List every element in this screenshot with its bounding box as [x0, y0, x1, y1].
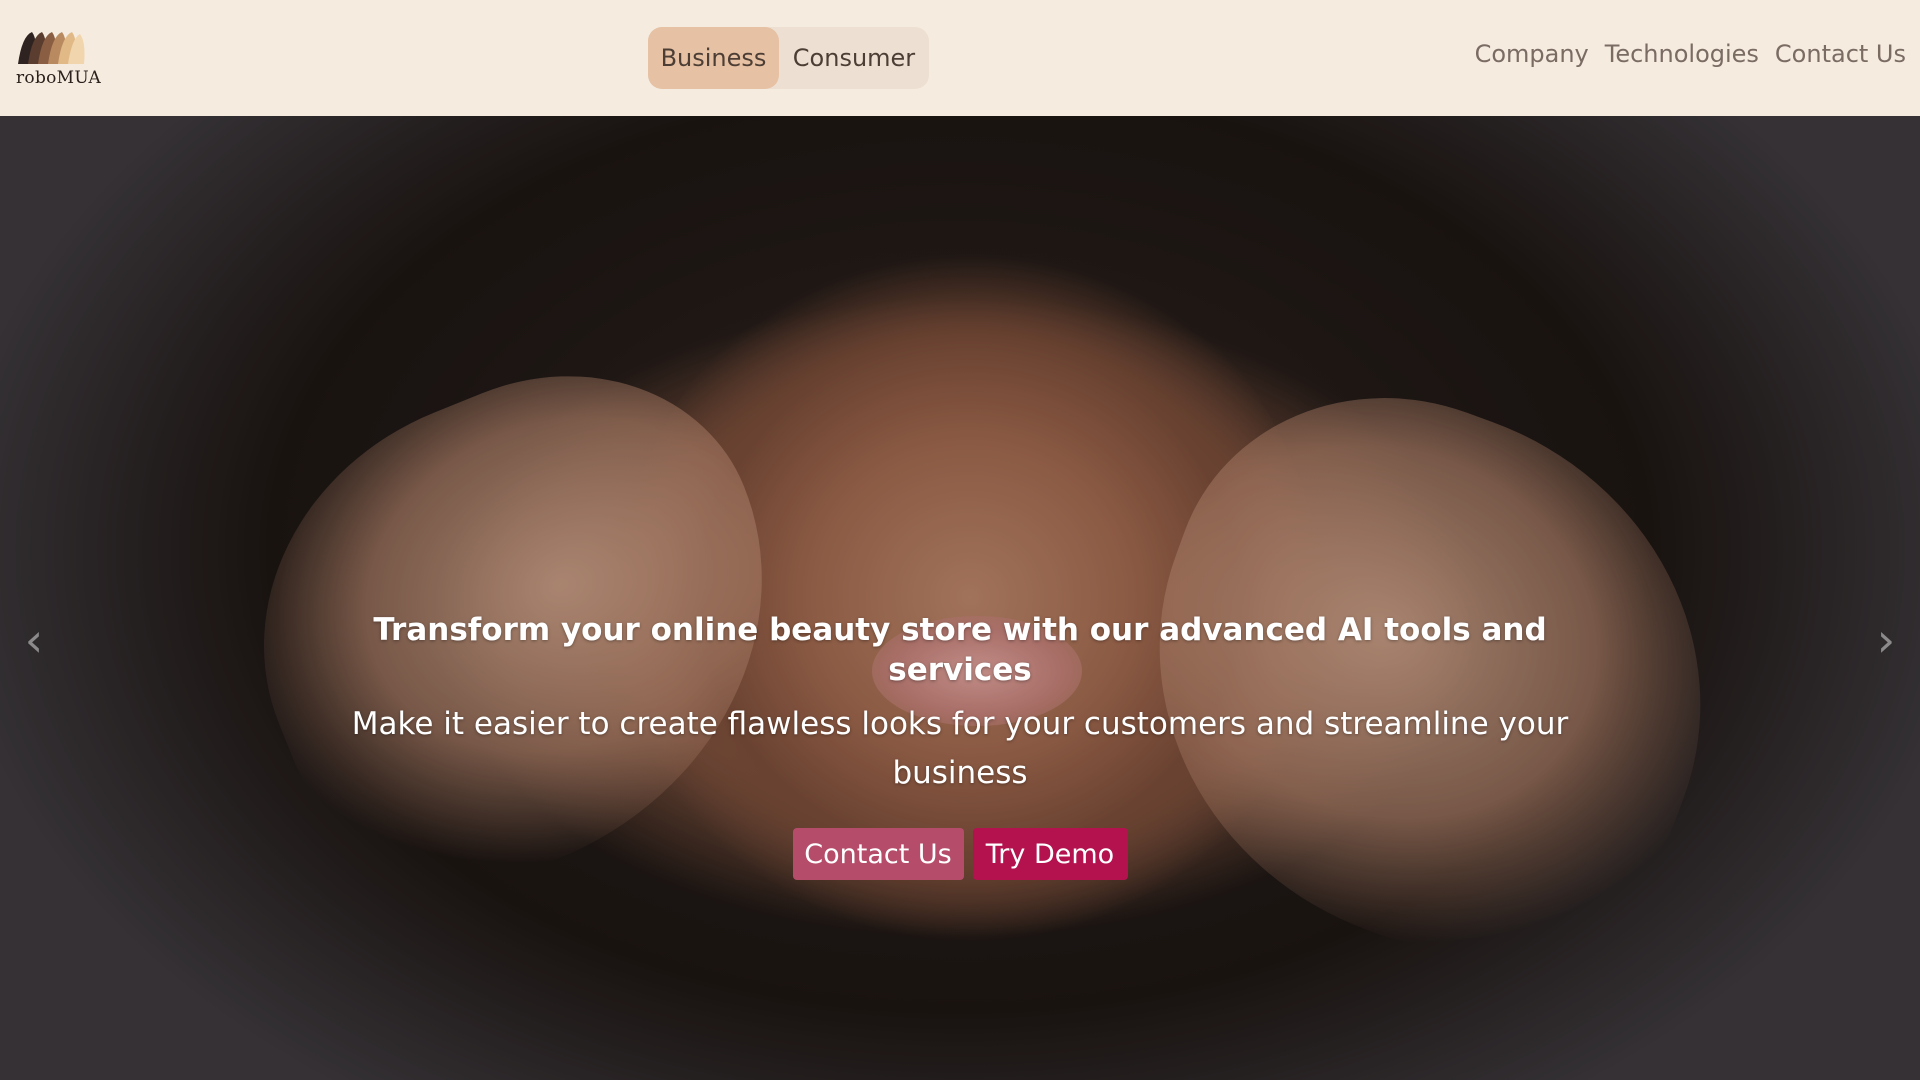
site-header: roboMUA Business Consumer Company Techno…	[0, 0, 1920, 116]
shade-swatch-logo-icon	[18, 32, 85, 64]
hero-content: Transform your online beauty store with …	[320, 610, 1600, 880]
hero-overlay	[0, 116, 1920, 1080]
hero-title: Transform your online beauty store with …	[373, 612, 1547, 688]
hero-carousel: ‹ › Transform your online beauty store w…	[0, 116, 1920, 1080]
chevron-right-icon[interactable]: ›	[1866, 612, 1906, 668]
segment-business[interactable]: Business	[648, 27, 779, 89]
segment-consumer[interactable]: Consumer	[779, 27, 929, 89]
try-demo-button[interactable]: Try Demo	[972, 828, 1128, 880]
nav-item-contact-us[interactable]: Contact Us	[1775, 40, 1906, 68]
brand-logo[interactable]: roboMUA	[14, 30, 101, 90]
brand-name: roboMUA	[16, 68, 102, 88]
nav-item-company[interactable]: Company	[1475, 40, 1589, 68]
chevron-left-icon[interactable]: ‹	[14, 612, 54, 668]
nav-item-technologies[interactable]: Technologies	[1605, 40, 1759, 68]
hero-cta-row: Contact Us Try Demo	[320, 828, 1600, 880]
audience-toggle: Business Consumer	[648, 27, 929, 89]
contact-us-button[interactable]: Contact Us	[792, 828, 964, 880]
main-nav: Company Technologies Contact Us	[1475, 40, 1906, 68]
hero-subtitle: Make it easier to create flawless looks …	[351, 706, 1569, 791]
